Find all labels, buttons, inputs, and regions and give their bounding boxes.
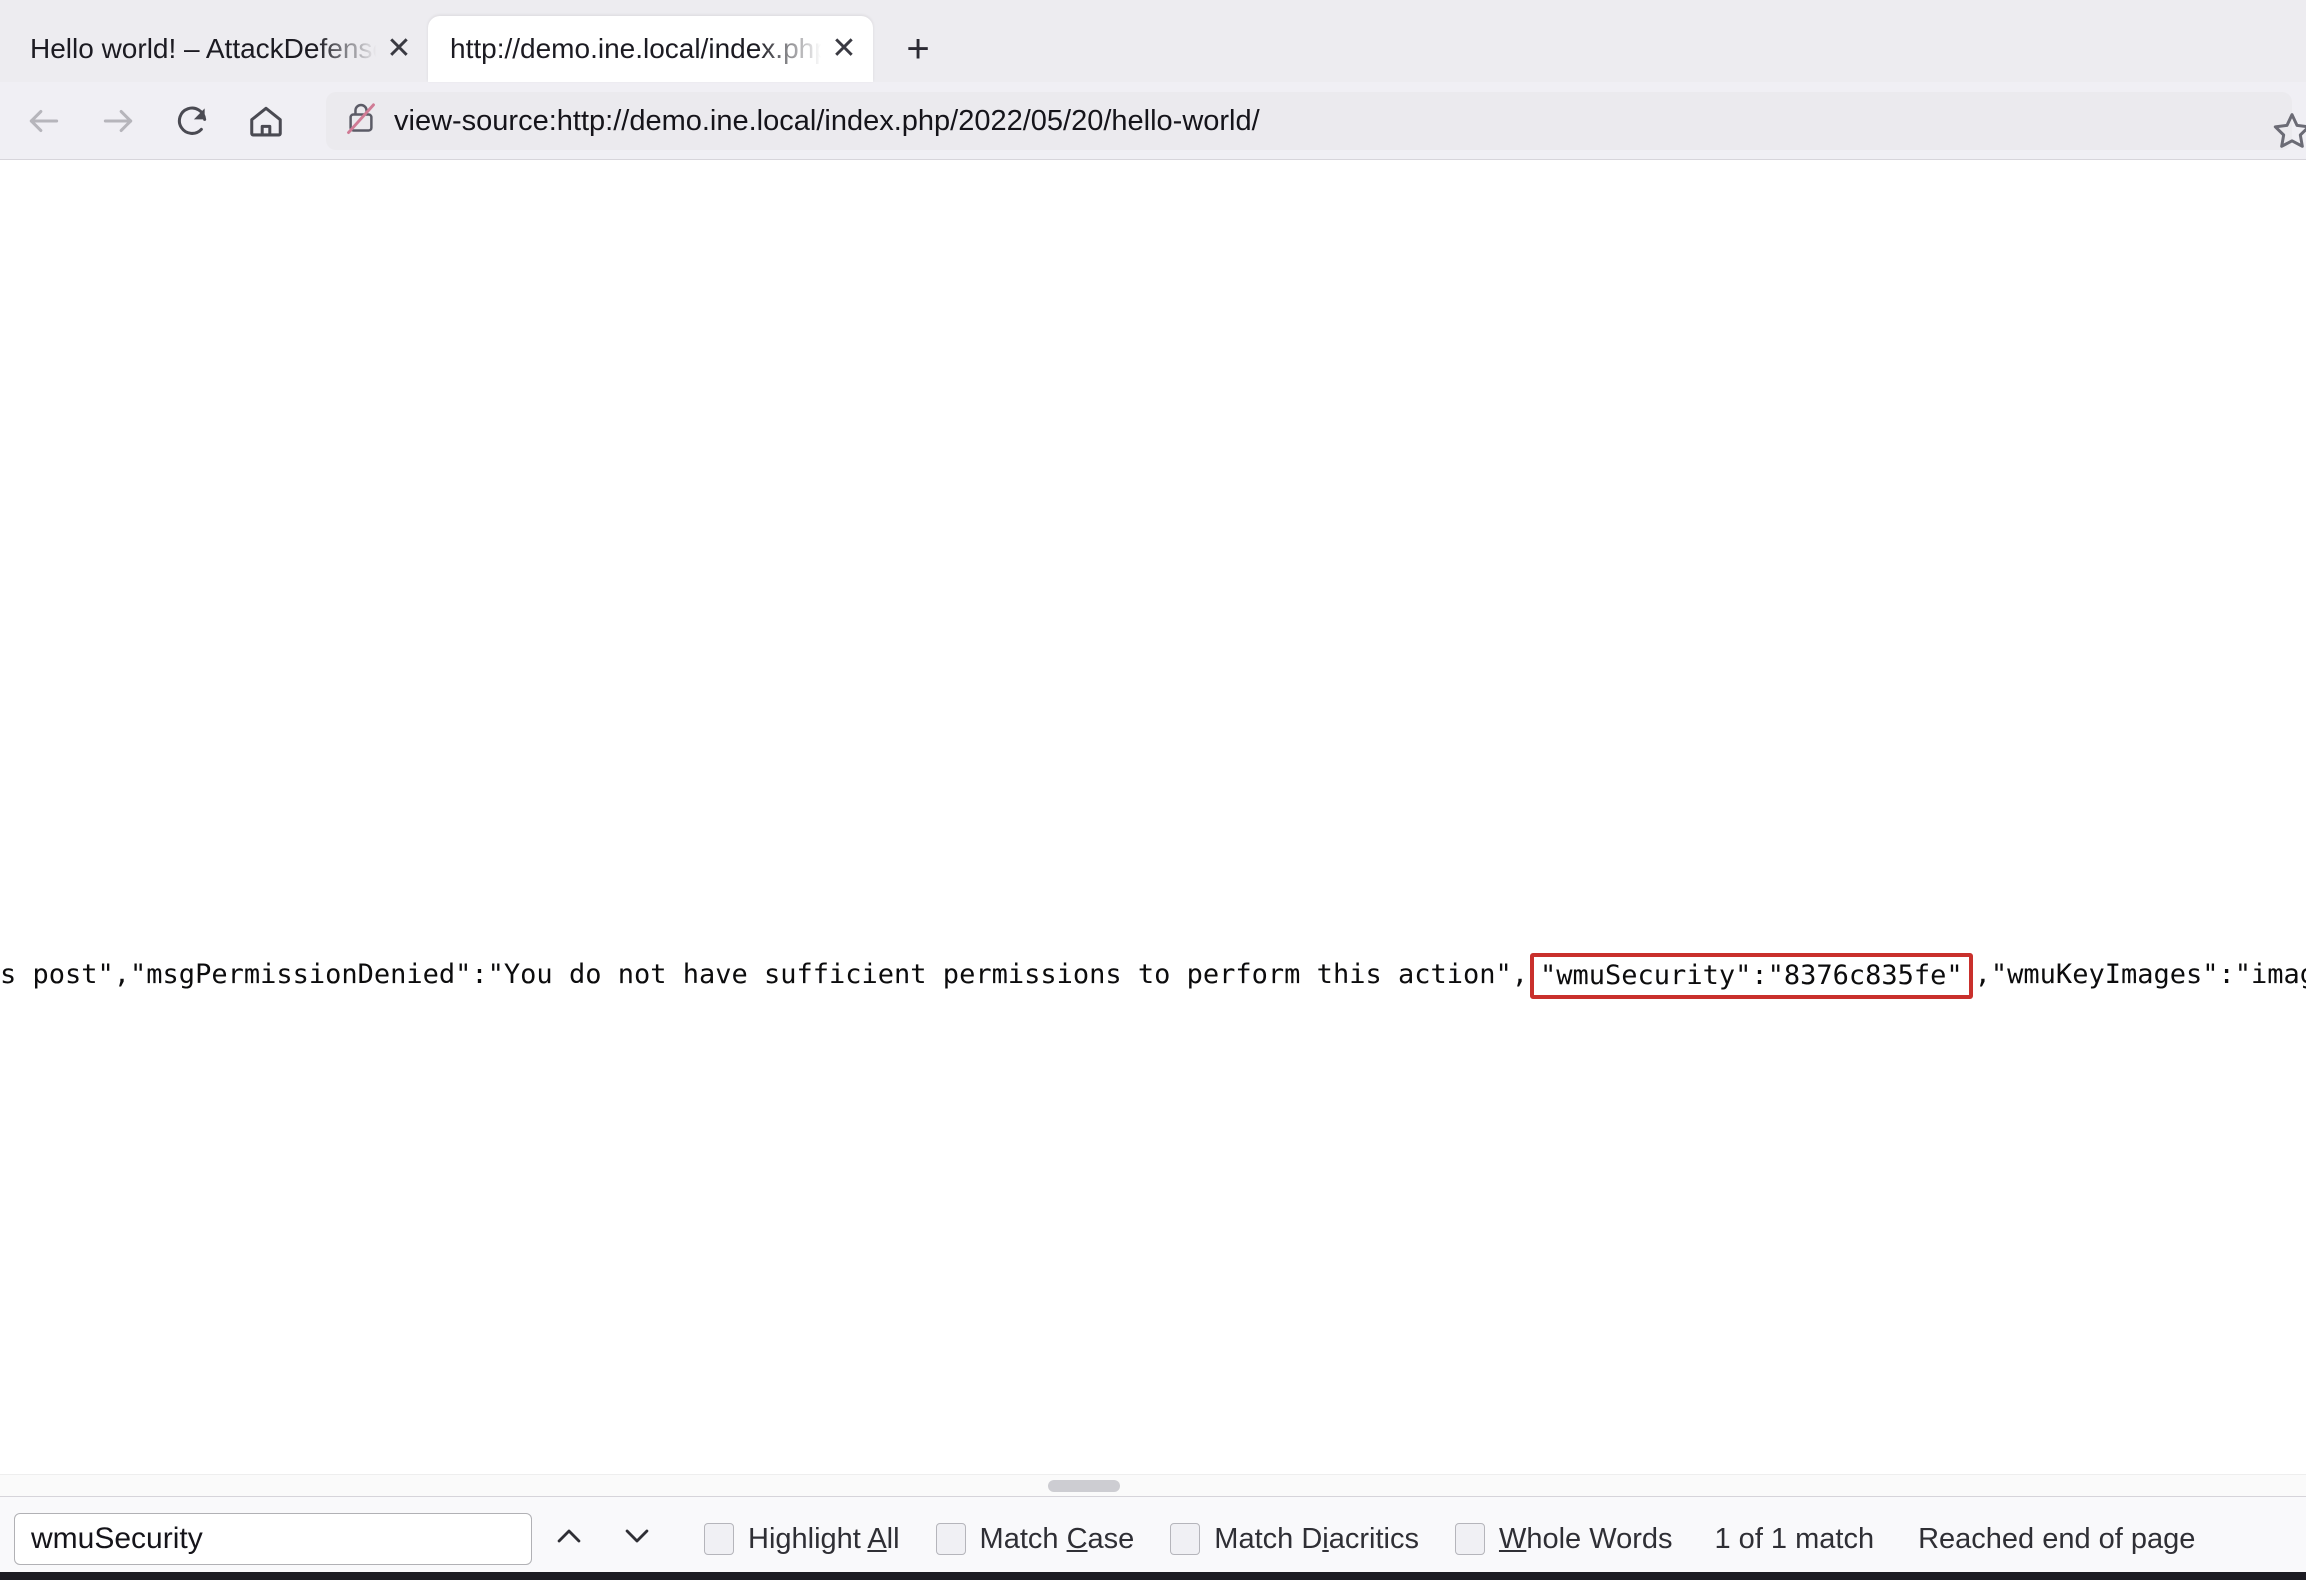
chevron-up-icon <box>552 1519 586 1558</box>
home-button[interactable] <box>234 89 298 153</box>
back-button[interactable] <box>12 89 76 153</box>
find-option-highlight-all[interactable]: Highlight All <box>704 1522 900 1556</box>
home-icon <box>247 102 285 140</box>
find-status-message: Reached end of page <box>1918 1522 2292 1556</box>
reload-button[interactable] <box>160 89 224 153</box>
close-icon[interactable]: ✕ <box>829 34 859 64</box>
bookmark-star-button[interactable] <box>2264 104 2306 160</box>
source-text-after: ,"wmuKeyImages":"images","wmuSingleImage <box>1975 959 2306 990</box>
browser-window: Hello world! – AttackDefense ✕ http://de… <box>0 0 2306 1580</box>
horizontal-scrollbar[interactable] <box>0 1474 2306 1496</box>
find-option-match-case[interactable]: Match Case <box>936 1522 1135 1556</box>
forward-button[interactable] <box>86 89 150 153</box>
chevron-down-icon <box>620 1519 654 1558</box>
source-code-line: s post","msgPermissionDenied":"You do no… <box>0 952 2306 998</box>
checkbox-highlight-all[interactable] <box>704 1523 734 1555</box>
insecure-lock-icon[interactable] <box>344 100 378 141</box>
search-match-highlight: "wmuSecurity":"8376c835fe" <box>1530 953 1973 999</box>
find-previous-button[interactable] <box>538 1510 600 1568</box>
checkbox-match-diacritics[interactable] <box>1170 1523 1200 1555</box>
back-arrow-icon <box>25 102 63 140</box>
find-input-value: wmuSecurity <box>31 1522 203 1556</box>
find-option-label: Match Diacritics <box>1214 1522 1419 1556</box>
find-input[interactable]: wmuSecurity <box>14 1513 532 1565</box>
new-tab-button[interactable]: + <box>891 22 945 76</box>
reload-icon <box>173 102 211 140</box>
navigation-toolbar: view-source:http://demo.ine.local/index.… <box>0 82 2306 160</box>
scrollbar-thumb[interactable] <box>1048 1480 1120 1492</box>
forward-arrow-icon <box>99 102 137 140</box>
checkbox-match-case[interactable] <box>936 1523 966 1555</box>
tab-strip: Hello world! – AttackDefense ✕ http://de… <box>0 0 2306 82</box>
window-bottom-edge <box>0 1572 2306 1580</box>
find-next-button[interactable] <box>606 1510 668 1568</box>
star-icon <box>2272 110 2306 155</box>
tab-title: Hello world! – AttackDefense <box>30 32 380 66</box>
find-bar: wmuSecurity Highlight All Match Case <box>0 1496 2306 1580</box>
find-option-label: Highlight All <box>748 1522 900 1556</box>
checkbox-whole-words[interactable] <box>1455 1523 1485 1555</box>
find-option-match-diacritics[interactable]: Match Diacritics <box>1170 1522 1419 1556</box>
view-source-content[interactable]: s post","msgPermissionDenied":"You do no… <box>0 160 2306 1496</box>
find-option-whole-words[interactable]: Whole Words <box>1455 1522 1673 1556</box>
address-bar[interactable]: view-source:http://demo.ine.local/index.… <box>326 92 2292 150</box>
close-icon[interactable]: ✕ <box>384 34 414 64</box>
tab-title: http://demo.ine.local/index.php <box>450 32 825 66</box>
source-text-before: s post","msgPermissionDenied":"You do no… <box>0 959 1528 990</box>
url-text: view-source:http://demo.ine.local/index.… <box>394 104 1260 138</box>
find-option-label: Whole Words <box>1499 1522 1673 1556</box>
find-option-label: Match Case <box>980 1522 1135 1556</box>
tab-hello-world[interactable]: Hello world! – AttackDefense ✕ <box>8 16 428 82</box>
tab-view-source[interactable]: http://demo.ine.local/index.php ✕ <box>428 16 873 82</box>
find-match-count: 1 of 1 match <box>1715 1522 1875 1556</box>
